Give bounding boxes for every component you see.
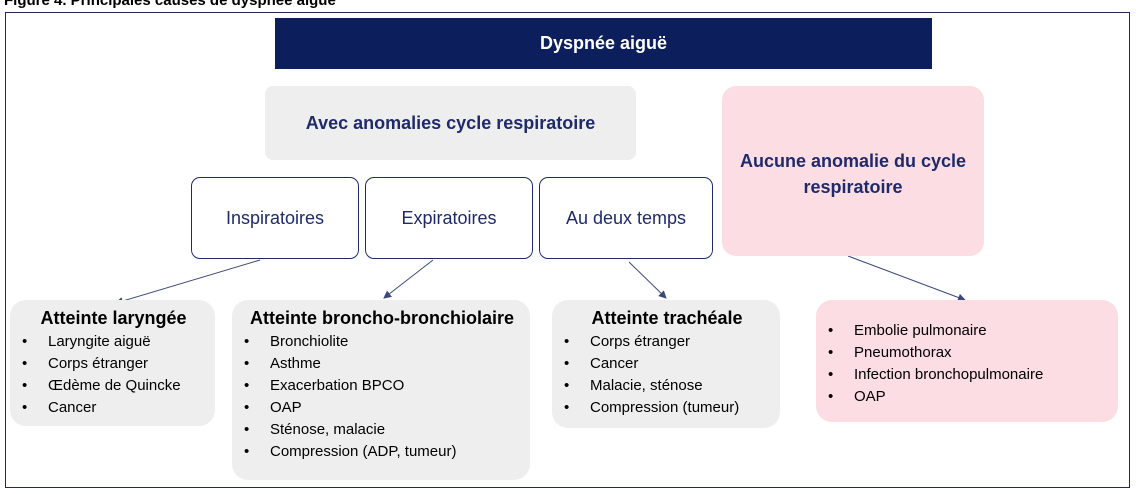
bullet-icon: • xyxy=(22,355,28,372)
cause-list: • Bronchiolite • Asthme • Exacerbation BPCO… xyxy=(244,331,520,463)
bullet-icon: • xyxy=(828,344,834,361)
cause-list: • Corps étranger • Cancer • Malacie, sténos… xyxy=(564,331,770,419)
list-item: • Embolie pulmonaire xyxy=(828,320,1108,342)
bullet-icon: • xyxy=(564,399,570,416)
list-item: • OAP xyxy=(828,386,1108,408)
item-text: Œdème de Quincke xyxy=(48,377,181,394)
bullet-icon: • xyxy=(828,322,834,339)
list-item: • Asthme xyxy=(244,353,520,375)
root-node-dyspnee: Dyspnée aiguë xyxy=(275,18,932,69)
node-avec-anomalies: Avec anomalies cycle respiratoire xyxy=(265,86,636,160)
list-item: • Compression (tumeur) xyxy=(564,397,770,419)
item-text: Laryngite aiguë xyxy=(48,333,151,350)
bullet-icon: • xyxy=(244,377,250,394)
leaf-title: Atteinte trachéale xyxy=(591,308,743,328)
item-text: Infection bronchopulmonaire xyxy=(854,366,1044,383)
list-item: • Exacerbation BPCO xyxy=(244,375,520,397)
item-text: Malacie, sténose xyxy=(590,377,703,394)
item-text: Compression (tumeur) xyxy=(590,399,740,416)
list-item: • Compression (ADP, tumeur) xyxy=(244,441,520,463)
leaf-title: Atteinte broncho-bronchiolaire xyxy=(249,308,514,328)
leaf-atteinte-broncho: Atteinte broncho-bronchiolaire • Bronchio… xyxy=(232,300,530,480)
bullet-icon: • xyxy=(22,399,28,416)
leaf-title: Atteinte laryngée xyxy=(40,308,187,328)
expiratoires-label: Expiratoires xyxy=(401,207,497,228)
bullet-icon: • xyxy=(22,377,28,394)
leaf-atteinte-laryngee: Atteinte laryngée • Laryngite aiguë • Corp… xyxy=(10,300,215,426)
list-item: • Pneumothorax xyxy=(828,342,1108,364)
item-text: Corps étranger xyxy=(590,333,691,350)
list-item: • Corps étranger xyxy=(22,353,205,375)
arrow-deux-temps-to-tracheale xyxy=(628,261,667,299)
leaf-aucune-anomalie-causes: • Embolie pulmonaire • Pneumothorax • Infec… xyxy=(816,300,1118,422)
item-text: Bronchiolite xyxy=(270,333,349,350)
list-item: • Cancer xyxy=(564,353,770,375)
arrow-aucune-to-list xyxy=(847,255,966,302)
list-item: • Corps étranger xyxy=(564,331,770,353)
item-text: Cancer xyxy=(590,355,639,372)
arrow-inspiratoires-to-laryngee xyxy=(115,259,261,305)
leaf-atteinte-tracheale: Atteinte trachéale • Corps étranger • Canc… xyxy=(552,300,780,428)
arrow-expiratoires-to-broncho xyxy=(383,259,434,299)
avec-label: Avec anomalies cycle respiratoire xyxy=(305,112,596,133)
list-item: • Bronchiolite xyxy=(244,331,520,353)
root-label: Dyspnée aiguë xyxy=(539,33,668,53)
deux-temps-label: Au deux temps xyxy=(565,207,687,228)
node-inspiratoires: Inspiratoires xyxy=(191,177,359,259)
list-item: • Cancer xyxy=(22,397,205,419)
list-item: • OAP xyxy=(244,397,520,419)
list-item: • Infection bronchopulmonaire xyxy=(828,364,1108,386)
item-text: Embolie pulmonaire xyxy=(854,322,987,339)
bullet-icon: • xyxy=(244,355,250,372)
bullet-icon: • xyxy=(564,333,570,350)
bullet-icon: • xyxy=(244,399,250,416)
item-text: Sténose, malacie xyxy=(270,421,386,438)
aucune-label: Aucune anomalie du cycle respiratoire xyxy=(739,151,967,197)
inspiratoires-label: Inspiratoires xyxy=(225,207,325,228)
item-text: Asthme xyxy=(270,355,321,372)
cause-list: • Embolie pulmonaire • Pneumothorax • Infec… xyxy=(828,320,1108,408)
node-deux-temps: Au deux temps xyxy=(539,177,713,259)
bullet-icon: • xyxy=(828,388,834,405)
item-text: OAP xyxy=(270,399,302,416)
node-aucune-anomalie: Aucune anomalie du cycle respiratoire xyxy=(722,86,984,256)
item-text: Corps étranger xyxy=(48,355,149,372)
list-item: • Sténose, malacie xyxy=(244,419,520,441)
list-item: • Laryngite aiguë xyxy=(22,331,205,353)
bullet-icon: • xyxy=(244,333,250,350)
bullet-icon: • xyxy=(564,355,570,372)
bullet-icon: • xyxy=(22,333,28,350)
bullet-icon: • xyxy=(564,377,570,394)
list-item: • Œdème de Quincke xyxy=(22,375,205,397)
bullet-icon: • xyxy=(828,366,834,383)
bullet-icon: • xyxy=(244,421,250,438)
item-text: Compression (ADP, tumeur) xyxy=(270,443,457,460)
item-text: Exacerbation BPCO xyxy=(270,377,405,394)
node-expiratoires: Expiratoires xyxy=(365,177,533,259)
item-text: OAP xyxy=(854,388,886,405)
item-text: Pneumothorax xyxy=(854,344,952,361)
bullet-icon: • xyxy=(244,443,250,460)
cause-list: • Laryngite aiguë • Corps étranger • Œdème … xyxy=(22,331,205,419)
list-item: • Malacie, sténose xyxy=(564,375,770,397)
item-text: Cancer xyxy=(48,399,97,416)
